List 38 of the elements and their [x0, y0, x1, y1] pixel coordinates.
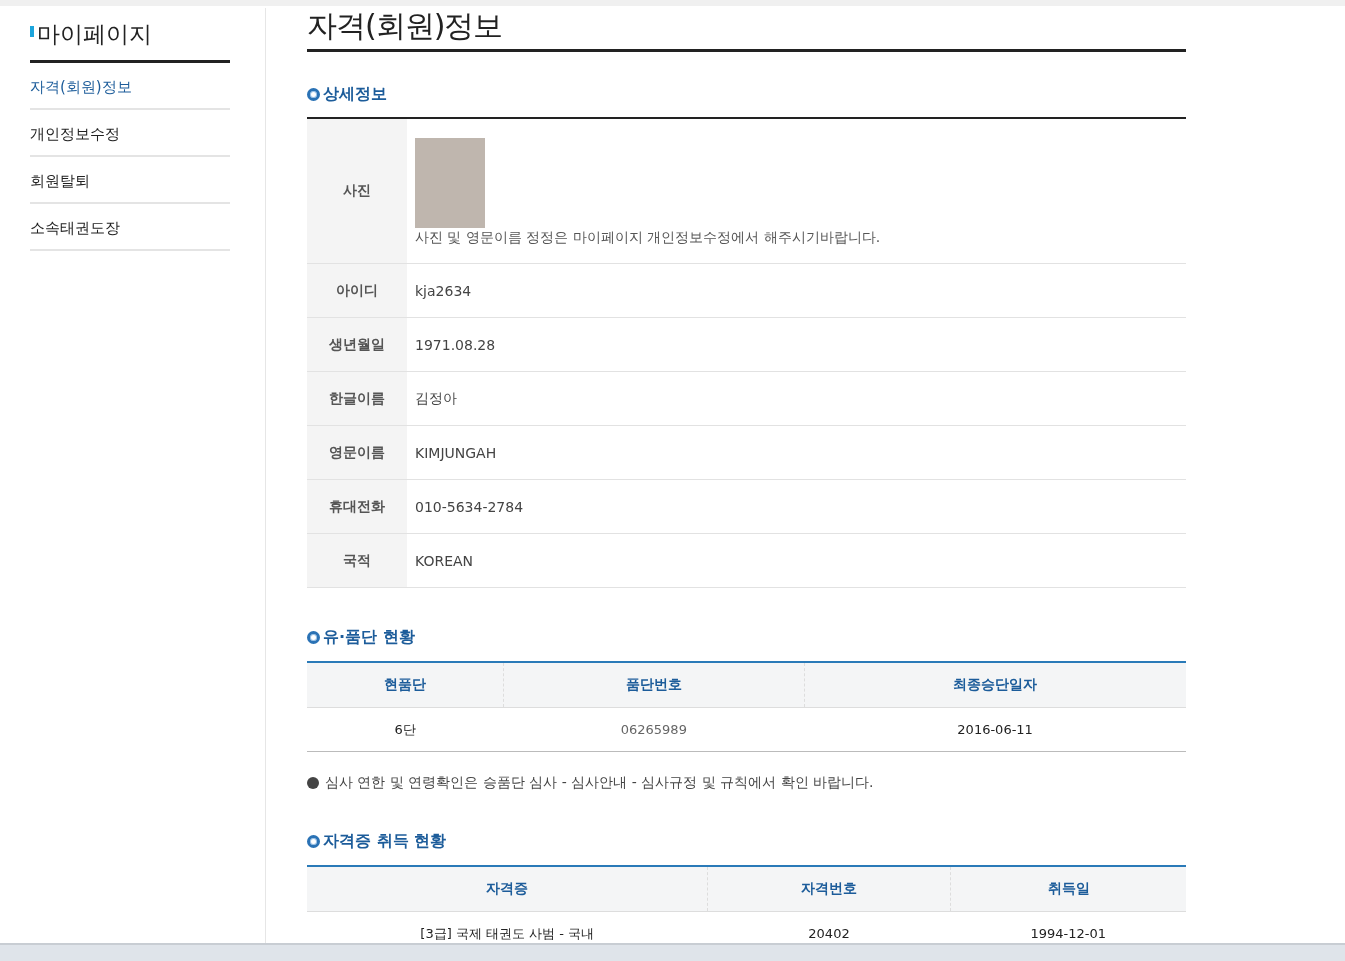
bullet-ring-icon — [307, 834, 320, 848]
note-text: 심사 연한 및 연령확인은 승품단 심사 - 심사안내 - 심사규정 및 규칙에서 확인 바랍니다. — [325, 774, 874, 792]
column-header: 취득일 — [950, 866, 1186, 912]
row-label: 한글이름 — [307, 371, 407, 426]
row-value: 010-5634-2784 — [407, 479, 1186, 534]
section-heading: 자격증 취득 현황 — [323, 830, 447, 852]
bullet-icon — [307, 777, 319, 789]
column-header: 자격증 — [307, 866, 708, 912]
column-header: 자격번호 — [707, 866, 951, 912]
table-cell: 06265989 — [503, 707, 805, 752]
table-cell: 2016-06-11 — [804, 707, 1186, 752]
title-marker-icon — [30, 25, 34, 37]
row-label: 아이디 — [307, 263, 407, 318]
column-header: 품단번호 — [503, 662, 805, 708]
row-value: KOREAN — [407, 533, 1186, 588]
row-value: kja2634 — [407, 263, 1186, 318]
sidebar-item[interactable]: 소속태권도장 — [30, 204, 230, 251]
column-header: 현품단 — [307, 662, 504, 708]
row-label: 휴대전화 — [307, 479, 407, 534]
row-label: 영문이름 — [307, 425, 407, 480]
sidebar-item[interactable]: 회원탈퇴 — [30, 157, 230, 204]
row-value: 김정아 — [407, 371, 1186, 426]
sidebar-title: 마이페이지 — [37, 19, 152, 49]
photo-note: 사진 및 영문이름 정정은 마이페이지 개인정보수정에서 해주시기바랍니다. — [415, 229, 882, 247]
bullet-ring-icon — [307, 630, 320, 644]
row-label: 생년월일 — [307, 317, 407, 372]
row-label: 국적 — [307, 533, 407, 588]
table-cell: 6단 — [307, 707, 504, 752]
section-heading: 유·품단 현황 — [323, 626, 415, 648]
page-title: 자격(회원)정보 — [307, 6, 1186, 52]
row-value: KIMJUNGAH — [407, 425, 1186, 480]
bullet-ring-icon — [307, 87, 320, 101]
section-heading: 상세정보 — [323, 83, 387, 105]
row-label: 사진 — [307, 118, 407, 264]
column-header: 최종승단일자 — [804, 662, 1186, 708]
row-value: 1971.08.28 — [407, 317, 1186, 372]
sidebar-item[interactable]: 개인정보수정 — [30, 110, 230, 157]
sidebar-item[interactable]: 자격(회원)정보 — [30, 63, 230, 110]
